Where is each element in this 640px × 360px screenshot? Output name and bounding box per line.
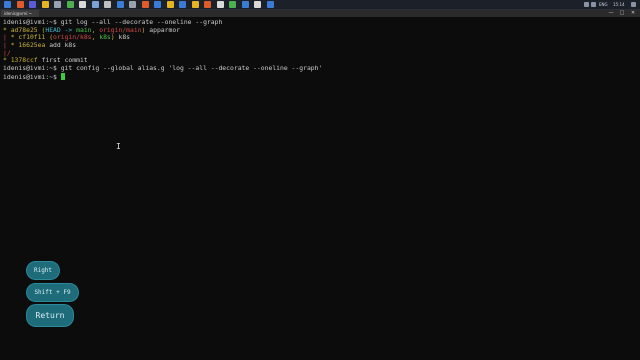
terminal-titlebar: idenis@vmi:~ — □ ✕ bbox=[0, 10, 640, 17]
terminal-text: k8s bbox=[114, 33, 131, 42]
terminal-text: idenis@ivmi:~$ bbox=[3, 72, 61, 81]
terminal-tab[interactable]: idenis@vmi:~ bbox=[1, 10, 39, 17]
close-button[interactable]: ✕ bbox=[628, 10, 638, 17]
app-icon-12[interactable] bbox=[154, 1, 161, 8]
app-icon-18[interactable] bbox=[229, 1, 236, 8]
app-icon-17[interactable] bbox=[216, 1, 224, 8]
app-icon-11[interactable] bbox=[141, 1, 149, 8]
keystroke-right: Right bbox=[27, 262, 59, 279]
app-icon-3[interactable] bbox=[41, 1, 49, 8]
app-icon-5[interactable] bbox=[66, 1, 74, 8]
app-icon-8[interactable] bbox=[104, 1, 111, 8]
app-icon-1[interactable] bbox=[16, 1, 24, 8]
terminal-text: 16625ea bbox=[18, 41, 50, 50]
start-icon[interactable] bbox=[4, 1, 11, 8]
app-icon-4[interactable] bbox=[54, 1, 61, 8]
terminal-text: k8s bbox=[99, 33, 111, 42]
taskbar: ENG 15:14 bbox=[0, 0, 640, 10]
keystroke-shift-f9: Shift + F9 bbox=[27, 284, 78, 301]
volume-icon[interactable] bbox=[591, 2, 596, 7]
app-icon-13[interactable] bbox=[166, 1, 174, 8]
app-icon-20[interactable] bbox=[254, 1, 261, 8]
network-icon[interactable] bbox=[584, 2, 589, 7]
terminal-line: idenis@ivmi:~$ bbox=[3, 72, 635, 81]
terminal-text: idenis@ivmi:~$ git config --global alias… bbox=[3, 64, 323, 73]
app-icon-7[interactable] bbox=[91, 1, 99, 8]
app-icon-10[interactable] bbox=[129, 1, 136, 8]
terminal-cursor bbox=[60, 72, 65, 80]
notification-icon[interactable] bbox=[631, 2, 636, 7]
app-icon-2[interactable] bbox=[29, 1, 36, 8]
app-icon-16[interactable] bbox=[204, 1, 211, 8]
app-icon-6[interactable] bbox=[79, 1, 86, 8]
clock[interactable]: 15:14 bbox=[613, 1, 625, 8]
app-icon-19[interactable] bbox=[241, 1, 249, 8]
app-icon-21[interactable] bbox=[266, 1, 274, 8]
maximize-button[interactable]: □ bbox=[617, 10, 627, 17]
language-indicator[interactable]: ENG bbox=[599, 1, 608, 8]
terminal-output[interactable]: idenis@ivmi:~$ git log --all --decorate … bbox=[3, 18, 635, 259]
app-icon-15[interactable] bbox=[191, 1, 199, 8]
terminal-line: | * 16625ea add k8s bbox=[3, 41, 635, 50]
keystroke-return: Return bbox=[27, 305, 73, 326]
terminal-text: apparmor bbox=[145, 25, 181, 34]
minimize-button[interactable]: — bbox=[606, 10, 616, 17]
app-icon-14[interactable] bbox=[179, 1, 186, 8]
terminal-text: add k8s bbox=[49, 41, 77, 50]
terminal-line: |/ bbox=[3, 49, 635, 58]
text-cursor-icon: I bbox=[116, 142, 121, 151]
terminal-line: | * cf10f11 (origin/k8s, k8s) k8s bbox=[3, 34, 635, 42]
terminal-line: idenis@ivmi:~$ git config --global alias… bbox=[3, 64, 635, 73]
app-icon-9[interactable] bbox=[116, 1, 124, 8]
